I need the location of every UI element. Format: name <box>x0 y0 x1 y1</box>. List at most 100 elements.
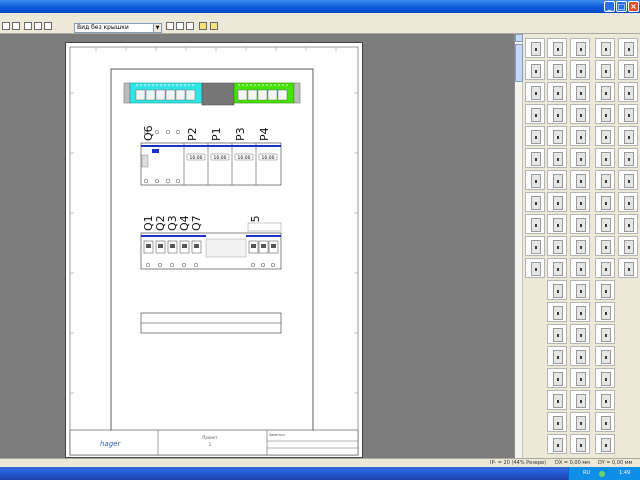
component-thumbnail[interactable] <box>570 258 590 278</box>
component-thumbnail[interactable] <box>595 368 615 388</box>
page-icon[interactable] <box>12 22 20 30</box>
component-thumbnail[interactable] <box>570 60 590 80</box>
close-button[interactable]: × <box>628 1 639 12</box>
component-thumbnail[interactable] <box>570 38 590 58</box>
component-thumbnail[interactable] <box>618 148 638 168</box>
component-thumbnail[interactable] <box>595 38 615 58</box>
component-thumbnail[interactable] <box>595 280 615 300</box>
component-thumbnail[interactable] <box>618 170 638 190</box>
component-thumbnail[interactable] <box>570 236 590 256</box>
page-setup-icon[interactable] <box>24 22 32 30</box>
print-preview-icon[interactable] <box>34 22 42 30</box>
component-thumbnail[interactable] <box>570 126 590 146</box>
component-thumbnail[interactable] <box>570 192 590 212</box>
component-thumbnail[interactable] <box>547 258 567 278</box>
component-thumbnail[interactable] <box>570 368 590 388</box>
component-thumbnail[interactable] <box>618 82 638 102</box>
component-thumbnail[interactable] <box>570 82 590 102</box>
component-thumbnail[interactable] <box>570 148 590 168</box>
component-thumbnail[interactable] <box>570 434 590 454</box>
component-thumbnail[interactable] <box>595 412 615 432</box>
component-thumbnail[interactable] <box>595 148 615 168</box>
component-thumbnail[interactable] <box>547 148 567 168</box>
component-thumbnail[interactable] <box>547 236 567 256</box>
component-thumbnail[interactable] <box>570 324 590 344</box>
component-thumbnail[interactable] <box>595 346 615 366</box>
minimize-button[interactable]: _ <box>604 1 615 12</box>
component-thumbnail[interactable] <box>570 280 590 300</box>
view-select[interactable]: Вид без крышки ▼ <box>74 23 162 33</box>
component-thumbnail[interactable] <box>570 170 590 190</box>
component-thumbnail[interactable] <box>525 104 545 124</box>
zoom-in-icon[interactable] <box>166 22 174 30</box>
component-thumbnail[interactable] <box>618 60 638 80</box>
open-icon[interactable] <box>210 22 218 30</box>
component-thumbnail[interactable] <box>618 104 638 124</box>
component-thumbnail[interactable] <box>595 236 615 256</box>
component-palette[interactable] <box>514 34 640 458</box>
palette-scrollbar[interactable] <box>515 34 523 458</box>
component-thumbnail[interactable] <box>595 170 615 190</box>
component-thumbnail[interactable] <box>595 104 615 124</box>
component-thumbnail[interactable] <box>618 236 638 256</box>
component-thumbnail[interactable] <box>547 368 567 388</box>
component-thumbnail[interactable] <box>595 214 615 234</box>
zoom-out-icon[interactable] <box>176 22 184 30</box>
print-icon[interactable] <box>2 22 10 30</box>
component-thumbnail[interactable] <box>618 126 638 146</box>
component-thumbnail[interactable] <box>547 412 567 432</box>
component-thumbnail[interactable] <box>595 302 615 322</box>
component-thumbnail[interactable] <box>547 390 567 410</box>
folder-icon[interactable] <box>199 22 207 30</box>
component-thumbnail[interactable] <box>570 214 590 234</box>
maximize-button[interactable]: □ <box>616 1 627 12</box>
component-thumbnail[interactable] <box>525 192 545 212</box>
component-thumbnail[interactable] <box>547 126 567 146</box>
component-thumbnail[interactable] <box>547 214 567 234</box>
component-thumbnail[interactable] <box>570 104 590 124</box>
component-thumbnail[interactable] <box>547 280 567 300</box>
component-thumbnail[interactable] <box>525 38 545 58</box>
component-thumbnail[interactable] <box>525 170 545 190</box>
component-thumbnail[interactable] <box>547 38 567 58</box>
zoom-fit-icon[interactable] <box>186 22 194 30</box>
scroll-thumb[interactable] <box>515 44 523 82</box>
component-thumbnail[interactable] <box>570 302 590 322</box>
component-thumbnail[interactable] <box>618 214 638 234</box>
component-thumbnail[interactable] <box>570 412 590 432</box>
component-thumbnail[interactable] <box>618 192 638 212</box>
component-thumbnail[interactable] <box>525 214 545 234</box>
component-thumbnail[interactable] <box>547 104 567 124</box>
network-icon[interactable] <box>599 471 605 477</box>
component-thumbnail[interactable] <box>595 258 615 278</box>
component-thumbnail[interactable] <box>595 82 615 102</box>
drawing-sheet[interactable]: 16:00 16:00 16:00 16:00 Q6 P2 P1 P3 P4 Q… <box>65 42 363 458</box>
component-thumbnail[interactable] <box>595 434 615 454</box>
component-thumbnail[interactable] <box>547 302 567 322</box>
component-thumbnail[interactable] <box>595 126 615 146</box>
language-indicator[interactable]: RU <box>583 467 590 480</box>
component-thumbnail[interactable] <box>570 390 590 410</box>
component-thumbnail[interactable] <box>595 324 615 344</box>
component-thumbnail[interactable] <box>595 60 615 80</box>
component-thumbnail[interactable] <box>547 170 567 190</box>
component-thumbnail[interactable] <box>547 324 567 344</box>
component-thumbnail[interactable] <box>570 346 590 366</box>
component-thumbnail[interactable] <box>525 236 545 256</box>
component-thumbnail[interactable] <box>618 38 638 58</box>
component-thumbnail[interactable] <box>547 60 567 80</box>
component-thumbnail[interactable] <box>525 60 545 80</box>
component-thumbnail[interactable] <box>525 126 545 146</box>
component-thumbnail[interactable] <box>547 82 567 102</box>
component-thumbnail[interactable] <box>525 258 545 278</box>
component-thumbnail[interactable] <box>618 258 638 278</box>
component-thumbnail[interactable] <box>595 390 615 410</box>
component-thumbnail[interactable] <box>525 148 545 168</box>
component-thumbnail[interactable] <box>547 192 567 212</box>
chevron-down-icon[interactable]: ▼ <box>153 24 161 32</box>
component-thumbnail[interactable] <box>525 82 545 102</box>
zoom-page-icon[interactable] <box>44 22 52 30</box>
component-thumbnail[interactable] <box>547 346 567 366</box>
scroll-up-button[interactable] <box>515 34 523 42</box>
component-thumbnail[interactable] <box>547 434 567 454</box>
